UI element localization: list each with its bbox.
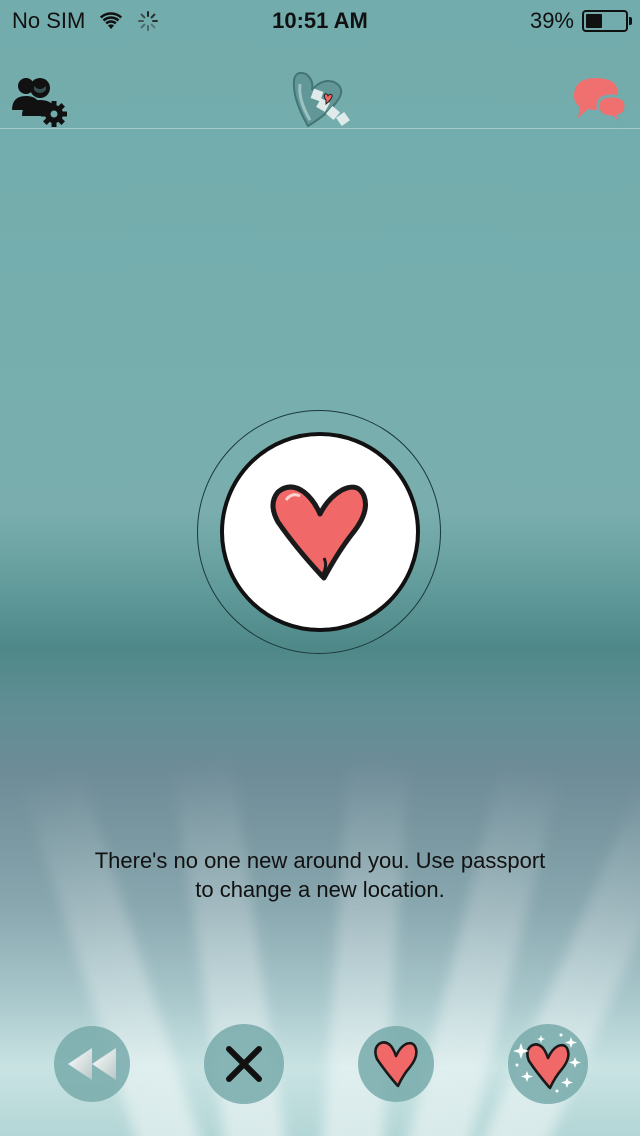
status-right: 39% — [529, 8, 632, 34]
app-logo — [292, 71, 350, 128]
heart-icon — [374, 1041, 418, 1088]
empty-state-message: There's no one new around you. Use passp… — [40, 846, 600, 904]
profile-settings-icon — [12, 78, 67, 127]
super-like-button[interactable] — [508, 1024, 588, 1104]
battery-icon — [582, 10, 632, 32]
rewind-button[interactable] — [54, 1026, 130, 1102]
battery-level — [586, 14, 603, 28]
empty-message-line-1: There's no one new around you. Use passp… — [94, 848, 546, 873]
close-icon — [226, 1046, 262, 1082]
empty-message-line-2: to change a new location. — [195, 877, 445, 902]
messages-button[interactable] — [568, 70, 632, 130]
dislike-button[interactable] — [204, 1024, 284, 1104]
status-bar: No SIM 10:51 AM 39% — [0, 0, 640, 40]
sparkle-heart-icon — [513, 1033, 581, 1093]
profile-settings-button[interactable] — [10, 70, 70, 130]
heart-icon — [270, 484, 368, 581]
app-logo-button[interactable] — [288, 68, 354, 132]
like-button[interactable] — [358, 1026, 434, 1102]
rewind-icon — [68, 1048, 116, 1080]
center-heart-circle — [220, 432, 420, 632]
chat-bubbles-icon — [574, 78, 628, 129]
battery-percent: 39% — [529, 8, 574, 33]
